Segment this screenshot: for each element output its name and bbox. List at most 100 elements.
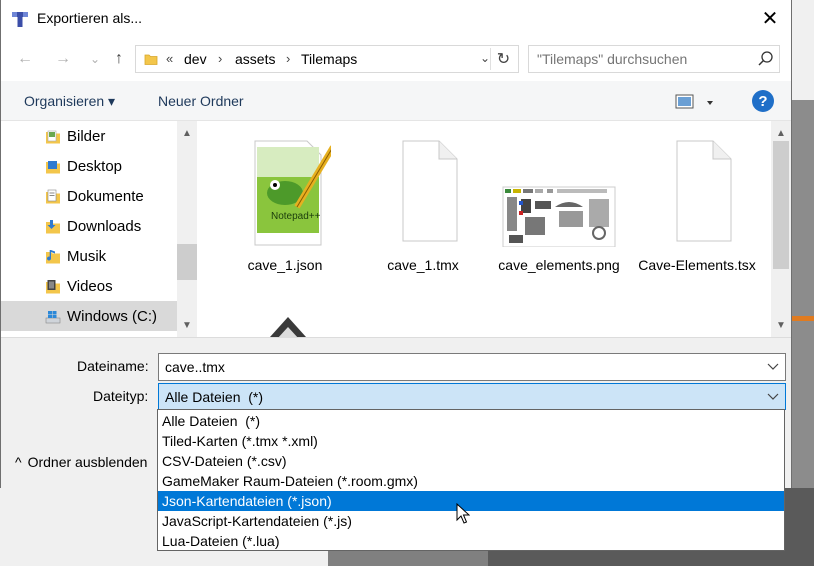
filetype-label: Dateityp: (93, 388, 149, 404)
hide-folders-label: Ordner ausblenden (27, 454, 148, 470)
drive-icon (45, 311, 61, 324)
file-item-partial[interactable] (223, 289, 347, 337)
tiled-app-icon (12, 12, 28, 27)
chevron-up-icon: ^ (15, 454, 22, 470)
up-arrow-icon: ↑ (115, 50, 123, 67)
sidebar-item-label: Desktop (67, 158, 123, 175)
notepad-plus-plus-file-icon: Notepad++ (254, 140, 331, 246)
sidebar-item-dokumente[interactable]: Dokumente (1, 181, 177, 211)
downloads-folder-icon (46, 220, 60, 234)
scroll-down-icon[interactable]: ▼ (177, 315, 197, 335)
title-bar: Exportieren als... ✕ (1, 0, 791, 37)
sidebar-item-label: Downloads (67, 218, 142, 235)
scroll-down-icon[interactable]: ▼ (771, 315, 791, 335)
chevron-down-icon[interactable] (767, 390, 779, 402)
background-accent-line (790, 316, 814, 321)
sidebar-item-label: Bilder (67, 128, 106, 145)
chevron-down-icon[interactable] (767, 360, 779, 372)
pictures-folder-icon (46, 130, 60, 144)
sidebar-item-bilder[interactable]: Bilder (1, 121, 177, 151)
search-icon[interactable] (757, 50, 775, 68)
forward-arrow-icon: → (55, 50, 71, 67)
blank-document-icon (402, 140, 458, 242)
filetype-option[interactable]: Alle Dateien (*) (158, 411, 784, 431)
back-button[interactable]: ← (13, 47, 37, 71)
filename-input[interactable] (165, 359, 755, 375)
filetype-dropdown-list: Alle Dateien (*) Tiled-Karten (*.tmx *.x… (157, 409, 785, 551)
search-input[interactable] (537, 51, 747, 67)
breadcrumb-separator[interactable]: › (218, 51, 222, 66)
file-name: cave_elements.png (498, 257, 620, 273)
filetype-select[interactable]: Alle Dateien (*) (158, 383, 786, 410)
sidebar-item-label: Musik (67, 248, 107, 265)
search-box[interactable] (528, 45, 780, 73)
file-name: Cave-Elements.tsx (638, 257, 756, 273)
forward-button[interactable]: → (51, 47, 75, 71)
mouse-cursor-icon (456, 503, 470, 524)
filetype-option[interactable]: Tiled-Karten (*.tmx *.xml) (158, 431, 784, 451)
file-list-scrollbar[interactable]: ▲ ▼ (771, 121, 791, 337)
filetype-option[interactable]: CSV-Dateien (*.csv) (158, 451, 784, 471)
refresh-icon: ↻ (496, 51, 511, 68)
filename-combobox[interactable] (158, 353, 786, 381)
file-item-cave-elements-tsx[interactable]: Cave-Elements.tsx (635, 121, 759, 301)
filetype-option[interactable]: Lua-Dateien (*.lua) (158, 531, 784, 551)
sidebar-item-label: Windows (C:) (67, 308, 158, 325)
blank-document-icon (676, 140, 732, 242)
sidebar-item-musik[interactable]: Musik (1, 241, 177, 271)
file-list: Notepad++ cave_1.json cave_1.tmx cave_el… (197, 121, 791, 337)
filename-label: Dateiname: (77, 358, 149, 374)
window-title: Exportieren als... (37, 10, 143, 26)
back-arrow-icon: ← (17, 50, 33, 67)
breadcrumb-separator[interactable]: › (286, 51, 290, 66)
new-folder-button[interactable]: Neuer Ordner (158, 93, 244, 109)
svg-text:Notepad++: Notepad++ (271, 211, 321, 222)
background-app-right (790, 0, 814, 566)
videos-folder-icon (46, 280, 60, 294)
breadcrumb-assets[interactable]: assets (235, 51, 275, 67)
scrollbar-thumb[interactable] (177, 244, 197, 280)
address-bar[interactable]: « dev › assets › Tilemaps ⌄ ↻ (135, 45, 519, 73)
filetype-option[interactable]: JavaScript-Kartendateien (*.js) (158, 511, 784, 531)
up-button[interactable]: ↑ (107, 47, 131, 71)
breadcrumb-overflow[interactable]: « (166, 51, 173, 66)
navigation-pane: Bilder Desktop Dokumente Downloads Musik… (1, 121, 197, 337)
command-bar: Organisieren ▾ Neuer Ordner ? (1, 81, 791, 121)
chevron-down-icon: ⌄ (89, 52, 101, 66)
sidebar-item-videos[interactable]: Videos (1, 271, 177, 301)
scrollbar-thumb[interactable] (773, 141, 789, 269)
sidebar-item-downloads[interactable]: Downloads (1, 211, 177, 241)
file-name: cave_1.json (247, 257, 323, 273)
help-icon: ? (758, 92, 768, 110)
file-item-cave-elements-png[interactable]: cave_elements.png (497, 121, 621, 301)
sidebar-item-label: Videos (67, 278, 113, 295)
file-item-cave-1-tmx[interactable]: cave_1.tmx (361, 121, 485, 301)
close-icon: ✕ (761, 8, 779, 30)
filetype-option[interactable]: GameMaker Raum-Dateien (*.room.gmx) (158, 471, 784, 491)
address-dropdown[interactable]: ⌄ (480, 51, 490, 65)
close-button[interactable]: ✕ (749, 0, 791, 37)
hide-folders-button[interactable]: ^ Ordner ausblenden (15, 454, 147, 470)
recent-locations-button[interactable]: ⌄ (83, 47, 107, 71)
sidebar-item-desktop[interactable]: Desktop (1, 151, 177, 181)
refresh-button[interactable]: ↻ (490, 48, 516, 70)
filetype-option-highlighted[interactable]: Json-Kartendateien (*.json) (158, 491, 784, 511)
documents-folder-icon (46, 189, 60, 204)
breadcrumb-tilemaps[interactable]: Tilemaps (301, 51, 357, 67)
music-folder-icon (46, 250, 60, 264)
file-item-cave-1-json[interactable]: Notepad++ cave_1.json (223, 121, 347, 301)
scroll-up-icon[interactable]: ▲ (771, 123, 791, 143)
breadcrumb-dev[interactable]: dev (184, 51, 207, 67)
filetype-selected-value: Alle Dateien (*) (165, 389, 264, 405)
change-view-button[interactable] (675, 93, 715, 111)
sidebar-item-label: Dokumente (67, 188, 144, 205)
scroll-up-icon[interactable]: ▲ (177, 123, 197, 143)
sidebar-item-windows-c[interactable]: Windows (C:) (1, 301, 177, 331)
image-thumbnail (502, 186, 616, 247)
navigation-bar: ← → ⌄ ↑ « dev › assets › Tilemaps ⌄ ↻ (1, 37, 791, 81)
organize-menu-button[interactable]: Organisieren ▾ (24, 93, 115, 110)
desktop-folder-icon (46, 161, 60, 174)
folder-icon (144, 54, 158, 65)
help-button[interactable]: ? (752, 90, 774, 112)
sidebar-scrollbar[interactable]: ▲ ▼ (177, 121, 197, 337)
